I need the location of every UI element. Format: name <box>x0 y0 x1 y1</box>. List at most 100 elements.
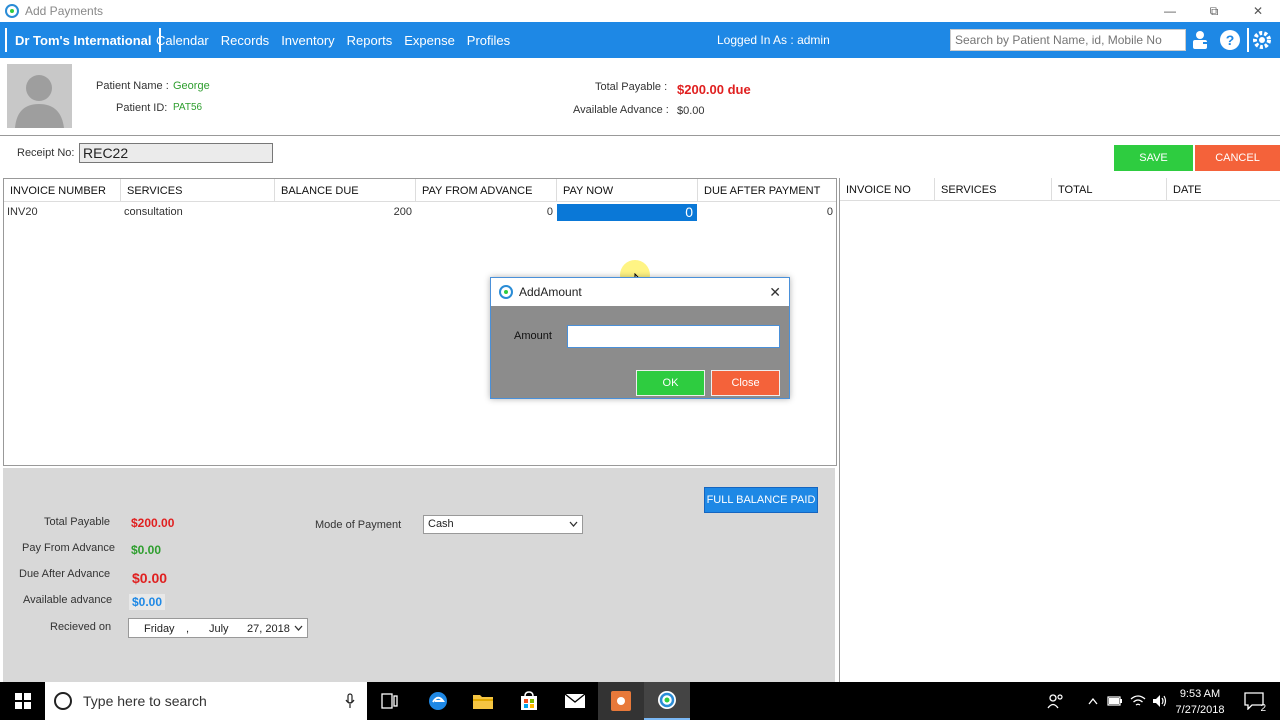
app-logo-icon <box>5 4 19 18</box>
mode-of-payment-select[interactable]: Cash <box>423 515 583 534</box>
summary-available-advance-label: Available advance <box>23 594 113 606</box>
nav-menu: Calendar Records Inventory Reports Expen… <box>150 22 516 58</box>
settings-gear-icon[interactable] <box>1251 29 1273 51</box>
windows-start-icon[interactable] <box>0 682 46 720</box>
summary-due-after-advance-value: $0.00 <box>132 570 168 586</box>
summary-available-advance-value: $0.00 <box>129 594 166 610</box>
nav-item-records[interactable]: Records <box>221 33 269 48</box>
notification-center-icon[interactable]: 2 <box>1234 682 1274 720</box>
task-view-icon[interactable] <box>367 682 413 720</box>
receipt-no-label: Receipt No: <box>17 147 75 159</box>
nav-item-calendar[interactable]: Calendar <box>156 33 209 48</box>
minimize-button[interactable]: — <box>1148 0 1192 22</box>
summary-total-payable-label: Total Payable <box>44 516 111 528</box>
nav-separator <box>1247 28 1249 52</box>
close-button[interactable]: Close <box>711 370 780 396</box>
summary-total-payable-value: $200.00 <box>131 516 175 530</box>
invoice-table-header: INVOICE NUMBER SERVICES BALANCE DUE PAY … <box>4 179 836 202</box>
col-history-services: SERVICES <box>935 178 1052 201</box>
cell-balance-due: 200 <box>393 206 412 218</box>
chevron-down-icon[interactable] <box>569 521 578 528</box>
cell-due-after: 0 <box>826 206 833 218</box>
cell-invoice: INV20 <box>7 206 38 218</box>
nav-item-expense[interactable]: Expense <box>404 33 455 48</box>
patient-name-value: George <box>173 80 210 92</box>
battery-icon[interactable] <box>1104 682 1126 720</box>
cell-pay-from-advance: 0 <box>546 206 553 218</box>
windows-taskbar: Type here to search 9:53 AM 7/27/2018 2 <box>0 682 1280 720</box>
chevron-down-icon[interactable] <box>294 625 303 632</box>
mode-of-payment-value: Cash <box>428 518 454 530</box>
window-close-button[interactable]: ✕ <box>1236 0 1280 22</box>
dialog-title-bar: AddAmount ✕ <box>491 278 789 306</box>
date-day-year: 27, 2018 <box>247 623 290 635</box>
add-patient-icon[interactable] <box>1189 29 1211 51</box>
file-explorer-icon[interactable] <box>460 682 506 720</box>
dialog-close-icon[interactable]: ✕ <box>769 284 781 301</box>
date-month: July <box>209 623 229 635</box>
mail-icon[interactable] <box>552 682 598 720</box>
taskbar-date: 7/27/2018 <box>1175 704 1225 716</box>
patient-avatar <box>7 64 72 128</box>
col-invoice-number: INVOICE NUMBER <box>4 179 121 202</box>
cell-pay-now[interactable]: 0 <box>557 204 697 221</box>
main-nav-bar: Dr Tom's International Calendar Records … <box>0 22 1280 58</box>
receipt-no-input[interactable]: REC22 <box>79 143 273 163</box>
taskbar-search-box[interactable]: Type here to search <box>45 682 367 720</box>
received-on-date-picker[interactable]: Friday , July 27, 2018 <box>128 618 308 638</box>
header-divider <box>0 135 1280 136</box>
col-pay-now: PAY NOW <box>557 179 698 202</box>
summary-due-after-advance-label: Due After Advance <box>19 568 111 580</box>
col-services: SERVICES <box>121 179 275 202</box>
cancel-button[interactable]: CANCEL <box>1195 145 1280 171</box>
header-available-advance-label: Available Advance : <box>573 104 669 116</box>
presentation-app-icon[interactable] <box>598 682 644 720</box>
invoice-history-table: INVOICE NO SERVICES TOTAL DATE <box>839 178 1280 720</box>
patient-id-value: PAT56 <box>173 102 203 113</box>
taskbar-clock[interactable]: 9:53 AM 7/27/2018 <box>1172 686 1228 718</box>
date-day: Friday <box>144 623 175 635</box>
header-total-payable-value: $200.00 due <box>677 82 751 97</box>
summary-pay-from-advance-value: $0.00 <box>131 543 162 557</box>
nav-item-reports[interactable]: Reports <box>347 33 393 48</box>
summary-pay-from-advance-label: Pay From Advance <box>22 542 115 554</box>
window-title: Add Payments <box>25 4 104 18</box>
volume-icon[interactable] <box>1149 682 1171 720</box>
edge-browser-icon[interactable] <box>415 682 461 720</box>
col-balance-due: BALANCE DUE <box>275 179 416 202</box>
window-title-bar: Add Payments — ⧉ ✕ <box>0 0 1280 22</box>
ok-button[interactable]: OK <box>636 370 705 396</box>
col-due-after-payment: DUE AFTER PAYMENT <box>704 185 821 197</box>
patient-id-label: Patient ID: <box>116 102 168 114</box>
full-balance-paid-button[interactable]: FULL BALANCE PAID <box>704 487 818 513</box>
microphone-icon[interactable] <box>345 693 355 709</box>
logged-in-label: Logged In As : admin <box>717 33 830 47</box>
clinic-app-taskbar-icon[interactable] <box>644 682 690 720</box>
store-icon[interactable] <box>506 682 552 720</box>
brand-link[interactable]: Dr Tom's International <box>5 28 162 52</box>
notification-count: 2 <box>1260 703 1266 714</box>
svg-text:?: ? <box>1226 32 1235 48</box>
mode-of-payment-label: Mode of Payment <box>315 519 402 531</box>
wifi-icon[interactable] <box>1127 682 1149 720</box>
amount-label: Amount <box>514 330 552 342</box>
header-total-payable-label: Total Payable : <box>595 81 668 93</box>
cortana-icon <box>54 692 72 710</box>
patient-search-input[interactable] <box>950 29 1186 51</box>
dialog-title: AddAmount <box>519 285 582 299</box>
amount-input[interactable] <box>567 325 780 348</box>
restore-button[interactable]: ⧉ <box>1192 0 1236 22</box>
nav-item-profiles[interactable]: Profiles <box>467 33 510 48</box>
history-table-header: INVOICE NO SERVICES TOTAL DATE <box>840 178 1280 201</box>
nav-item-inventory[interactable]: Inventory <box>281 33 334 48</box>
col-pay-from-advance: PAY FROM ADVANCE <box>416 179 557 202</box>
taskbar-time: 9:53 AM <box>1179 688 1221 700</box>
app-logo-icon <box>499 285 513 299</box>
add-amount-dialog: AddAmount ✕ Amount OK Close <box>490 277 790 399</box>
save-button[interactable]: SAVE <box>1114 145 1193 171</box>
chevron-up-icon[interactable] <box>1082 682 1104 720</box>
received-on-label: Recieved on <box>50 621 112 633</box>
help-icon[interactable]: ? <box>1219 29 1241 51</box>
people-icon[interactable] <box>1036 682 1076 720</box>
date-separator: , <box>186 623 190 635</box>
